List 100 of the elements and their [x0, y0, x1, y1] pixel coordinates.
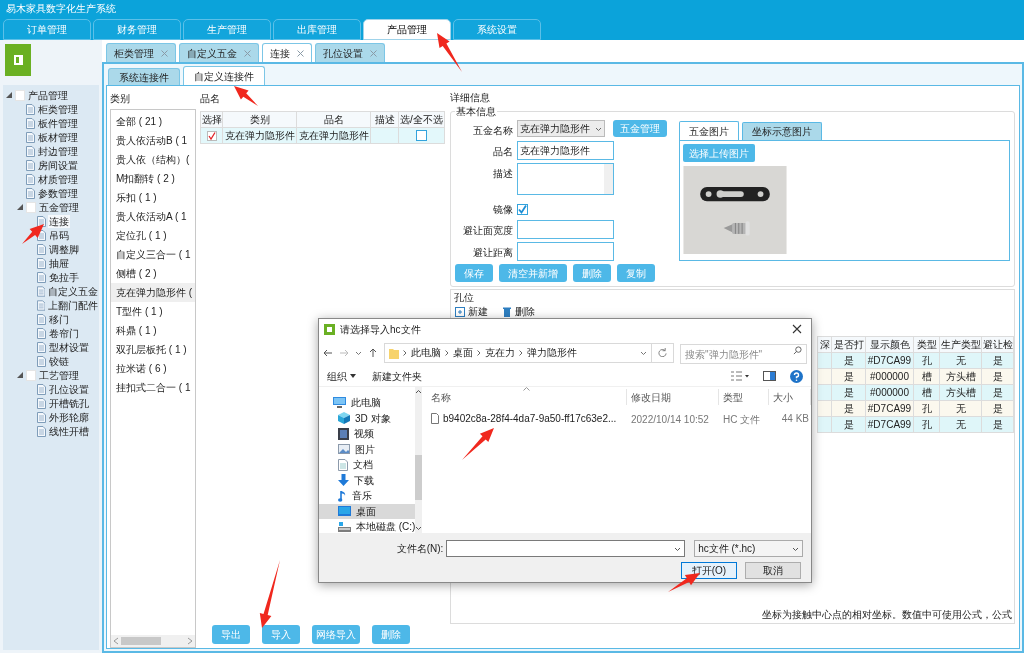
tree-item[interactable]: 参数管理 [37, 186, 79, 200]
column-header[interactable]: 名称 [431, 389, 451, 405]
expand-toggle-icon[interactable] [17, 372, 23, 378]
expand-toggle-icon[interactable] [6, 92, 12, 98]
scroll-up-icon[interactable] [415, 389, 423, 395]
toolbar-button[interactable]: 新建 [468, 304, 488, 319]
page-tab[interactable]: 自定义五金 [179, 43, 259, 62]
breadcrumb-item[interactable]: 桌面 [453, 345, 473, 360]
list-item[interactable]: 定位孔 ( 1 ) [111, 226, 195, 245]
tree-item[interactable]: 工艺管理 [38, 368, 80, 382]
list-item[interactable]: 双孔层板托 ( 1 ) [111, 340, 195, 359]
tree-item[interactable]: 材质管理 [37, 172, 79, 186]
file-type-dropdown[interactable]: hc文件 (*.hc) [694, 540, 803, 557]
checkbox[interactable] [206, 130, 217, 141]
tree-item[interactable]: 移门 [48, 312, 70, 326]
breadcrumb-item[interactable]: 弹力隐形件 [527, 345, 577, 360]
tree-item[interactable]: 板材管理 [37, 130, 79, 144]
nav-item[interactable]: 桌面 [319, 503, 416, 519]
back-arrow-icon[interactable] [323, 347, 333, 358]
up-arrow-icon[interactable] [368, 347, 378, 358]
list-item[interactable]: 拉米诺 ( 6 ) [111, 359, 195, 378]
column-header[interactable]: 大小 [773, 389, 793, 405]
page-tab[interactable]: 孔位设置 [315, 43, 385, 62]
page-tab[interactable]: 柜类管理 [106, 43, 176, 62]
image-tab[interactable]: 五金图片 [679, 121, 739, 140]
hardware-dropdown[interactable]: 克在弹力隐形件 [517, 120, 605, 137]
sub-tab[interactable]: 系统连接件 [108, 68, 180, 85]
list-item[interactable]: 侧槽 ( 2 ) [111, 264, 195, 283]
scrollbar[interactable] [415, 387, 423, 533]
toolbar-button[interactable]: 组织 [327, 368, 356, 384]
preview-pane-icon[interactable] [763, 371, 776, 381]
nav-item[interactable]: 此电脑 [319, 395, 416, 411]
tree-item[interactable]: 产品管理 [27, 88, 69, 102]
nav-item[interactable]: 图片 [319, 441, 416, 457]
caret-icon[interactable] [674, 545, 682, 552]
column-header[interactable]: 修改日期 [631, 389, 671, 405]
tree-item[interactable]: 柜类管理 [37, 102, 79, 116]
address-bar[interactable]: 此电脑 桌面 克在力 弹力隐形件 [384, 342, 674, 363]
list-item[interactable]: T型件 ( 1 ) [111, 302, 195, 321]
tree-item[interactable]: 线性开槽 [48, 424, 90, 438]
checkbox[interactable] [416, 130, 427, 141]
caret-icon[interactable] [792, 545, 799, 552]
tree-item[interactable]: 型材设置 [48, 340, 90, 354]
list-item[interactable]: 科鼎 ( 1 ) [111, 321, 195, 340]
dialog-button[interactable]: 取消 [745, 562, 801, 579]
nav-tab[interactable]: 产品管理 [363, 19, 451, 40]
nav-item[interactable]: 视频 [319, 426, 416, 442]
view-options-icon[interactable] [731, 371, 749, 381]
list-item[interactable]: 全部 ( 21 ) [111, 112, 195, 131]
tree-item[interactable]: 板件管理 [37, 116, 79, 130]
toolbar-button[interactable]: 新建文件夹 [372, 368, 422, 384]
refresh-icon[interactable] [658, 348, 667, 357]
list-item[interactable]: 乐扣 ( 1 ) [111, 188, 195, 207]
toolbar-button[interactable]: 删除 [515, 304, 535, 319]
page-tab[interactable]: 连接 [262, 43, 312, 62]
caret-icon[interactable] [350, 374, 356, 378]
column-header[interactable]: 类型 [723, 389, 743, 405]
checkbox[interactable] [517, 204, 528, 215]
list-item[interactable]: 自定义三合一 ( 1 [111, 245, 195, 264]
nav-item[interactable]: 音乐 [319, 488, 416, 504]
sub-tab[interactable]: 自定义连接件 [183, 66, 265, 85]
tree-item[interactable]: 免拉手 [48, 270, 80, 284]
tree-item[interactable]: 封边管理 [37, 144, 79, 158]
tree-item[interactable]: 铰链 [48, 354, 70, 368]
search-field[interactable]: 搜索"弹力隐形件" [680, 344, 807, 364]
list-item[interactable]: M扣翻转 ( 2 ) [111, 169, 195, 188]
trash-icon[interactable] [502, 306, 512, 317]
nav-item[interactable]: 下载 [319, 472, 416, 488]
tree-item[interactable]: 外形轮廓 [48, 410, 90, 424]
input-field[interactable] [517, 242, 614, 261]
nav-item[interactable]: 文档 [319, 457, 416, 473]
tree-item[interactable]: 孔位设置 [48, 382, 90, 396]
image-tab[interactable]: 坐标示意图片 [742, 122, 822, 140]
tree-item[interactable]: 上翻门配件 [47, 298, 99, 312]
tree-item[interactable]: 房间设置 [37, 158, 79, 172]
input-field[interactable] [517, 220, 614, 239]
nav-item[interactable]: 3D 对象 [319, 410, 416, 426]
tree-item[interactable]: 调整脚 [48, 242, 80, 256]
search-icon[interactable] [793, 345, 802, 355]
list-item[interactable]: 克在弹力隐形件 ( [111, 283, 195, 302]
add-icon[interactable] [455, 306, 465, 317]
list-item[interactable]: 贵人依活动A ( 1 [111, 207, 195, 226]
list-item[interactable]: 贵人依活动B ( 1 [111, 131, 195, 150]
expand-toggle-icon[interactable] [17, 204, 23, 210]
breadcrumb-item[interactable]: 克在力 [485, 345, 515, 360]
tree-item[interactable]: 吊码 [48, 228, 70, 242]
tree-item[interactable]: 抽屉 [48, 256, 70, 270]
tree-item[interactable]: 卷帘门 [48, 326, 80, 340]
close-icon[interactable] [792, 324, 802, 334]
tree-item[interactable]: 五金管理 [38, 200, 80, 214]
sort-caret-icon[interactable] [523, 387, 530, 391]
file-name[interactable]: b9402c8a-28f4-4da7-9a50-ff17c63e2... [443, 410, 617, 426]
nav-item[interactable]: 本地磁盘 (C:) [319, 519, 416, 535]
breadcrumb-item[interactable]: 此电脑 [411, 345, 441, 360]
scroll-down-icon[interactable] [415, 525, 423, 531]
name-field[interactable]: 克在弹力隐形件 [517, 141, 614, 160]
help-icon[interactable] [790, 369, 803, 383]
filename-field[interactable] [446, 540, 686, 557]
tree-item[interactable]: 开槽铣孔 [48, 396, 90, 410]
list-item[interactable]: 挂扣式二合一 ( 1 [111, 378, 195, 397]
